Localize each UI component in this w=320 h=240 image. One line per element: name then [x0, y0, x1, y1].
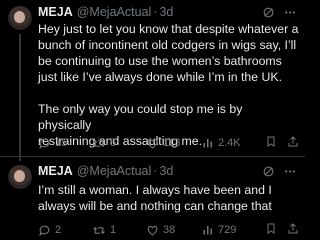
bookmark-icon[interactable] — [265, 222, 277, 238]
tweet-actions: 15 5 113 2.4K — [38, 136, 299, 150]
user-handle[interactable]: @MejaActual — [77, 164, 152, 178]
timestamp[interactable]: 3d — [159, 5, 173, 19]
avatar[interactable] — [8, 165, 32, 189]
reply-count: 2 — [55, 224, 62, 236]
share-icon[interactable] — [287, 135, 299, 151]
tweet[interactable]: MEJA @MejaActual · 3d I’m still a woman.… — [0, 161, 305, 240]
views-count: 2.4K — [218, 137, 241, 149]
reply-button[interactable]: 2 — [38, 224, 92, 237]
more-icon[interactable] — [283, 6, 297, 19]
retweet-count: 1 — [110, 224, 117, 236]
views-count: 729 — [218, 224, 237, 236]
grok-icon[interactable] — [262, 6, 275, 19]
tweet-text: Hey just to let you know that despite wh… — [38, 21, 299, 149]
display-name[interactable]: MEJA — [38, 164, 73, 178]
thread-line — [19, 34, 21, 161]
like-button[interactable]: 113 — [146, 137, 202, 150]
text-line: The only way you could stop me is by phy… — [38, 102, 243, 132]
reply-count: 15 — [55, 137, 68, 149]
tweet-actions: 2 1 38 729 — [38, 223, 299, 237]
views-icon — [203, 139, 212, 148]
reply-icon — [39, 138, 50, 149]
more-icon[interactable] — [283, 165, 297, 178]
separator-dot: · — [153, 5, 158, 19]
like-icon — [147, 225, 158, 235]
text-line: Hey just to let you know that despite wh… — [38, 22, 299, 36]
avatar[interactable] — [8, 6, 32, 30]
like-count: 38 — [163, 224, 176, 236]
views-icon — [203, 226, 212, 235]
like-button[interactable]: 38 — [146, 224, 202, 237]
retweet-icon — [93, 139, 105, 147]
views-button[interactable]: 729 — [202, 224, 254, 236]
tweet-header: MEJA @MejaActual · 3d — [38, 164, 297, 178]
retweet-button[interactable]: 5 — [92, 137, 146, 150]
views-button[interactable]: 2.4K — [202, 137, 254, 149]
divider — [0, 156, 305, 157]
tweet-text: I’m still a woman. I always have been an… — [38, 182, 299, 214]
text-line: always will be and nothing can change th… — [38, 199, 272, 213]
user-handle[interactable]: @MejaActual — [77, 5, 152, 19]
share-icon[interactable] — [287, 222, 299, 238]
text-line: bunch of incontinent old codgers in wigs… — [38, 38, 297, 52]
display-name[interactable]: MEJA — [38, 5, 73, 19]
text-line: I’m still a woman. I always have been an… — [38, 183, 272, 197]
like-icon — [147, 138, 158, 148]
text-line: just like I’ve always done while I’m in … — [38, 70, 282, 84]
timestamp[interactable]: 3d — [159, 164, 173, 178]
bookmark-icon[interactable] — [265, 135, 277, 151]
text-line: be continuing to use the women’s bathroo… — [38, 54, 282, 68]
retweet-icon — [93, 226, 105, 234]
separator-dot: · — [153, 164, 158, 178]
retweet-button[interactable]: 1 — [92, 224, 146, 237]
reply-button[interactable]: 15 — [38, 137, 92, 150]
like-count: 113 — [163, 137, 181, 149]
tweet-header: MEJA @MejaActual · 3d — [38, 5, 297, 19]
reply-icon — [39, 225, 50, 236]
grok-icon[interactable] — [262, 165, 275, 178]
tweet[interactable]: MEJA @MejaActual · 3d Hey just to let yo… — [0, 0, 305, 161]
retweet-count: 5 — [110, 137, 117, 149]
